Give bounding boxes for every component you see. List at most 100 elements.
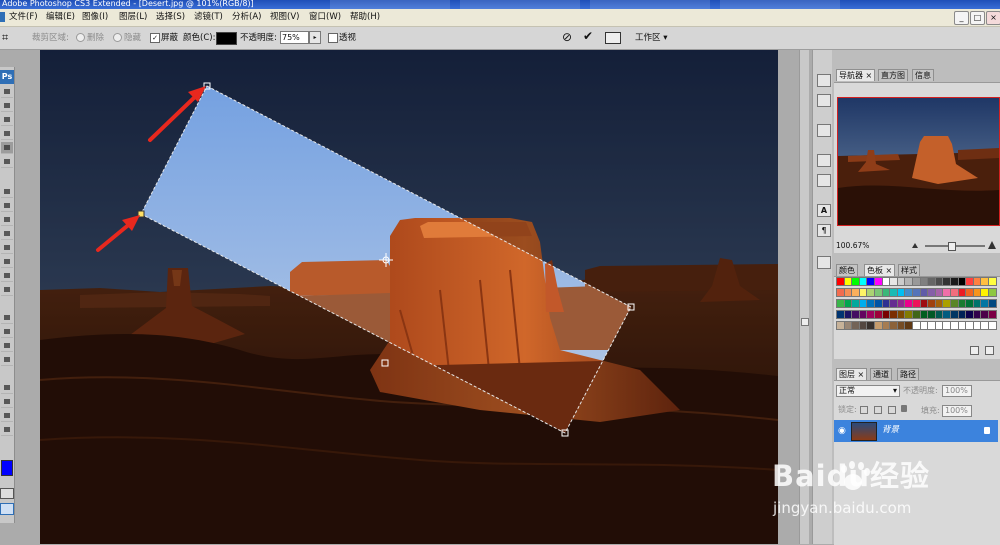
baidu-watermark: Baidu经验 jingyan.baidu.com	[770, 455, 1000, 525]
lock-all-icon[interactable]	[901, 405, 907, 412]
actions-panel-icon[interactable]	[817, 94, 831, 107]
lock-position-icon[interactable]	[888, 406, 896, 414]
zoom-in-icon[interactable]	[988, 241, 996, 249]
color-swatch[interactable]	[988, 288, 997, 297]
tab-navigator[interactable]: 导航器 ×	[836, 69, 876, 81]
menu-help[interactable]: 帮助(H)	[350, 12, 380, 23]
tab-info[interactable]: 信息	[912, 69, 934, 81]
navigator-thumbnail[interactable]	[837, 97, 1000, 226]
palette-well-icon[interactable]	[605, 32, 621, 44]
perspective-checkbox[interactable]	[328, 33, 338, 43]
tool-presets-icon[interactable]	[817, 124, 831, 137]
workspace-button[interactable]: 工作区 ▾	[635, 33, 667, 44]
menu-analysis[interactable]: 分析(A)	[232, 12, 261, 23]
menu-view[interactable]: 视图(V)	[270, 12, 299, 23]
restore-button[interactable]: □	[970, 11, 985, 25]
menu-edit[interactable]: 编辑(E)	[46, 12, 75, 23]
clone-stamp-tool-icon[interactable]	[1, 214, 13, 226]
quick-mask-icon[interactable]	[0, 488, 14, 499]
shape-tool-icon[interactable]	[1, 354, 13, 366]
swatches-tabs: 颜色 色板 × 样式	[834, 264, 998, 276]
move-tool-icon[interactable]	[1, 86, 13, 98]
magic-wand-tool-icon[interactable]	[1, 128, 13, 140]
lasso-tool-icon[interactable]	[1, 114, 13, 126]
foreground-color-swatch[interactable]	[1, 460, 13, 476]
zoom-tool-icon[interactable]	[1, 424, 13, 436]
navigator-zoom-value[interactable]: 100.67%	[836, 241, 869, 250]
visibility-eye-icon[interactable]: ◉	[838, 426, 846, 436]
delete-radio[interactable]: 删除	[76, 33, 104, 44]
layer-opacity-input[interactable]: 100%	[942, 385, 972, 397]
dodge-tool-icon[interactable]	[1, 284, 13, 296]
zoom-out-icon[interactable]	[912, 243, 918, 248]
scroll-thumb[interactable]	[801, 318, 809, 326]
delete-swatch-icon[interactable]	[985, 346, 994, 355]
shield-checkbox[interactable]: ✓	[150, 33, 160, 43]
brushes-panel-icon[interactable]	[817, 154, 831, 167]
hand-tool-icon[interactable]	[1, 410, 13, 422]
document-canvas[interactable]	[40, 50, 778, 544]
menu-file[interactable]: 文件(F)	[9, 12, 38, 23]
color-swatch[interactable]	[988, 299, 997, 308]
tab-paths[interactable]: 路径	[897, 368, 919, 380]
menu-select[interactable]: 选择(S)	[156, 12, 185, 23]
cancel-icon[interactable]: ⊘	[562, 31, 572, 44]
clone-source-icon[interactable]	[817, 174, 831, 187]
history-brush-tool-icon[interactable]	[1, 228, 13, 240]
healing-brush-tool-icon[interactable]	[1, 186, 13, 198]
layer-row[interactable]: ◉ 背景	[834, 420, 998, 442]
notes-tool-icon[interactable]	[1, 382, 13, 394]
layer-comps-icon[interactable]	[817, 256, 831, 269]
close-button[interactable]: ×	[986, 11, 1000, 25]
tab-layers[interactable]: 图层 ×	[836, 368, 868, 380]
radio-icon	[76, 33, 85, 42]
color-swatch[interactable]	[988, 310, 997, 319]
character-panel-icon[interactable]: A	[817, 204, 831, 217]
tab-channels[interactable]: 通道	[870, 368, 892, 380]
menu-image[interactable]: 图像(I)	[82, 12, 108, 23]
opacity-dropdown-arrow-icon[interactable]: ▸	[309, 31, 321, 44]
fill-label: 填充:	[921, 406, 940, 415]
minimize-button[interactable]: _	[954, 11, 969, 25]
tab-histogram[interactable]: 直方图	[878, 69, 908, 81]
menu-filter[interactable]: 滤镜(T)	[194, 12, 223, 23]
eraser-tool-icon[interactable]	[1, 242, 13, 254]
tab-color[interactable]: 颜色	[836, 264, 858, 276]
layer-name[interactable]: 背景	[882, 425, 899, 436]
color-swatch[interactable]	[988, 321, 997, 330]
paragraph-panel-icon[interactable]: ¶	[817, 224, 831, 237]
tool-list	[0, 86, 14, 456]
opacity-input[interactable]: 75%	[280, 31, 309, 44]
pen-tool-icon[interactable]	[1, 312, 13, 324]
app-menu-icon[interactable]	[0, 12, 5, 22]
new-swatch-icon[interactable]	[970, 346, 979, 355]
tab-swatches[interactable]: 色板 ×	[864, 264, 896, 276]
crop-tool-active-icon[interactable]	[1, 142, 13, 154]
blend-mode-select[interactable]: 正常 ▾	[836, 385, 900, 397]
crop-tool-icon[interactable]: ⌗	[2, 32, 8, 43]
lock-transparency-icon[interactable]	[860, 406, 868, 414]
slice-tool-icon[interactable]	[1, 156, 13, 168]
type-tool-icon[interactable]	[1, 326, 13, 338]
fill-input[interactable]: 100%	[942, 405, 972, 417]
lock-pixels-icon[interactable]	[874, 406, 882, 414]
screen-mode-icon[interactable]	[0, 503, 14, 515]
marquee-tool-icon[interactable]	[1, 100, 13, 112]
zoom-slider-thumb[interactable]	[948, 242, 956, 251]
color-swatch[interactable]	[988, 277, 997, 286]
brush-tool-icon[interactable]	[1, 200, 13, 212]
gradient-tool-icon[interactable]	[1, 256, 13, 268]
menu-layer[interactable]: 图层(L)	[119, 12, 147, 23]
eyedropper-tool-icon[interactable]	[1, 396, 13, 408]
menu-window[interactable]: 窗口(W)	[309, 12, 341, 23]
path-selection-tool-icon[interactable]	[1, 340, 13, 352]
shield-label: 屏蔽	[161, 33, 179, 43]
tab-layers-label: 图层	[839, 370, 855, 379]
tab-styles[interactable]: 样式	[898, 264, 920, 276]
history-panel-icon[interactable]	[817, 74, 831, 87]
commit-check-icon[interactable]: ✔	[583, 30, 593, 43]
hide-radio[interactable]: 隐藏	[113, 33, 141, 44]
swatch-grid[interactable]	[836, 277, 998, 339]
shield-color-swatch[interactable]	[216, 32, 237, 45]
blur-tool-icon[interactable]	[1, 270, 13, 282]
